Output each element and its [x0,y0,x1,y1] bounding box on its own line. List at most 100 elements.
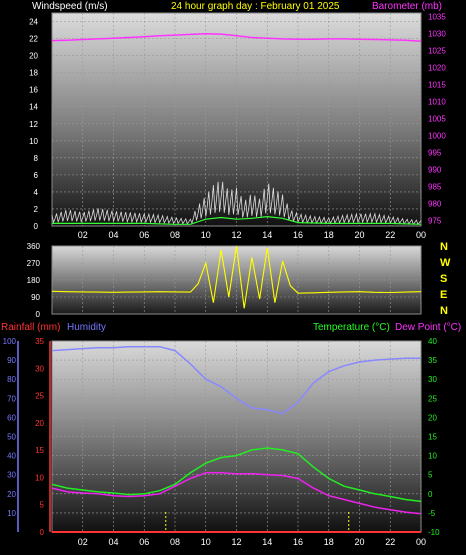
temperature-tick-label: 5 [428,471,433,480]
windspeed-tick-label: 16 [29,86,38,95]
barometer-tick-label: 1025 [428,46,446,55]
windspeed-tick-label: 4 [34,188,39,197]
direction-y-axis: 0 90 180 270 360 [27,242,41,319]
compass-label: S [440,273,447,285]
temperature-tick-label: 15 [428,433,437,442]
temperature-tick-label: -5 [428,509,436,518]
windspeed-tick-label: 18 [29,69,38,78]
windspeed-tick-label: 14 [29,103,38,112]
barometer-tick-label: 1000 [428,131,446,140]
temperature-tick-label: 20 [428,413,437,422]
dewpoint-axis-label: Dew Point (°C) [395,322,461,333]
barometer-tick-label: 1030 [428,29,446,38]
windspeed-axis-label: Windspeed (m/s) [32,1,108,12]
windspeed-tick-label: 12 [29,120,38,129]
compass-label: E [440,289,447,301]
temperature-tick-label: 25 [428,394,437,403]
windspeed-tick-label: 6 [34,171,39,180]
direction-tick-label: 270 [27,259,41,268]
barometer-y-axis: 975 980 985 990 995 1000 1005 1010 1015 1020 1025 1… [428,12,446,225]
x-tick-label: 12 [231,230,241,240]
rainfall-tick-label: 30 [35,364,44,373]
barometer-tick-label: 1020 [428,63,446,72]
windspeed-tick-label: 20 [29,52,38,61]
windspeed-tick-label: 24 [29,18,38,27]
humidity-tick-label: 50 [7,433,16,442]
temperature-y-axis: -10 -5 0 5 10 15 20 25 30 35 40 [428,337,440,537]
temperature-tick-label: -10 [428,528,440,537]
windspeed-tick-label: 8 [34,154,39,163]
temperature-tick-label: 0 [428,490,433,499]
rainfall-tick-label: 20 [35,419,44,428]
humidity-tick-label: 60 [7,413,16,422]
barometer-tick-label: 1005 [428,114,446,123]
x-tick-label: 06 [139,537,149,547]
rainfall-tick-label: 0 [40,528,45,537]
rainfall-tick-label: 15 [35,446,44,455]
x-tick-label: 16 [293,230,303,240]
windspeed-tick-label: 0 [34,222,39,231]
x-tick-label: 20 [354,230,364,240]
humidity-tick-label: 70 [7,394,16,403]
barometer-tick-label: 1035 [428,12,446,21]
rainfall-y-axis: 0 5 10 15 20 25 30 35 [35,337,51,537]
x-tick-label: 06 [139,230,149,240]
compass-label: N [440,305,448,317]
x-tick-label: 10 [201,537,211,547]
panel-wind-barometer: 024681012141618202224 975980985990995100… [29,12,446,240]
humidity-y-axis: 10 20 30 40 50 60 70 80 90 100 [3,337,19,532]
humidity-tick-label: 100 [3,337,17,346]
barometer-tick-label: 1015 [428,80,446,89]
compass-label: W [440,257,451,269]
direction-tick-label: 180 [27,276,41,285]
barometer-tick-label: 975 [428,217,442,226]
x-tick-label: 14 [262,230,272,240]
rainfall-tick-label: 25 [35,392,44,401]
x-tick-label: 16 [293,537,303,547]
barometer-tick-label: 980 [428,200,442,209]
x-tick-label: 08 [170,230,180,240]
panel-temp-humidity: 102030405060708090100 05101520253035 -10… [3,337,440,547]
temperature-tick-label: 35 [428,356,437,365]
humidity-axis-label: Humidity [67,322,106,333]
direction-tick-label: 360 [27,242,41,251]
x-tick-label: 02 [78,537,88,547]
rainfall-tick-label: 10 [35,473,44,482]
x-tick-label: 22 [385,537,395,547]
chart-title: 24 hour graph day : February 01 2025 [171,1,340,12]
x-tick-label: 10 [201,230,211,240]
panel-3-x-axis: 02 04 06 08 10 12 14 16 18 20 22 00 [78,537,426,547]
rainfall-axis-label: Rainfall (mm) [1,322,60,333]
humidity-tick-label: 40 [7,452,16,461]
x-tick-label: 08 [170,537,180,547]
windspeed-y-axis: 024681012141618202224 [29,18,38,231]
x-tick-label: 04 [108,230,118,240]
compass-labels: NWSEN [440,241,451,317]
panel-wind-direction: 090180270360 NWSEN [27,241,451,319]
weather-graph-canvas: Windspeed (m/s) 24 hour graph day : Febr… [1,1,461,547]
windspeed-tick-label: 10 [29,137,38,146]
humidity-tick-label: 10 [7,509,16,518]
temperature-tick-label: 40 [428,337,437,346]
rainfall-tick-label: 5 [40,501,45,510]
windspeed-tick-label: 22 [29,35,38,44]
x-tick-label: 18 [324,230,334,240]
barometer-tick-label: 995 [428,149,442,158]
x-tick-label: 18 [324,537,334,547]
x-tick-label: 04 [108,537,118,547]
x-tick-label: 14 [262,537,272,547]
direction-tick-label: 90 [31,293,40,302]
windspeed-tick-label: 2 [34,205,39,214]
x-tick-label: 22 [385,230,395,240]
direction-tick-label: 0 [36,310,41,319]
panel-1-x-axis: 02 04 06 08 10 12 14 16 18 20 22 00 [78,230,426,240]
compass-label: N [440,241,448,253]
x-tick-label: 12 [231,537,241,547]
humidity-tick-label: 20 [7,490,16,499]
barometer-tick-label: 990 [428,166,442,175]
barometer-axis-label: Barometer (mb) [372,1,442,12]
x-tick-label: 20 [354,537,364,547]
x-tick-label: 00 [416,230,426,240]
rainfall-tick-label: 35 [35,337,44,346]
x-tick-label: 02 [78,230,88,240]
